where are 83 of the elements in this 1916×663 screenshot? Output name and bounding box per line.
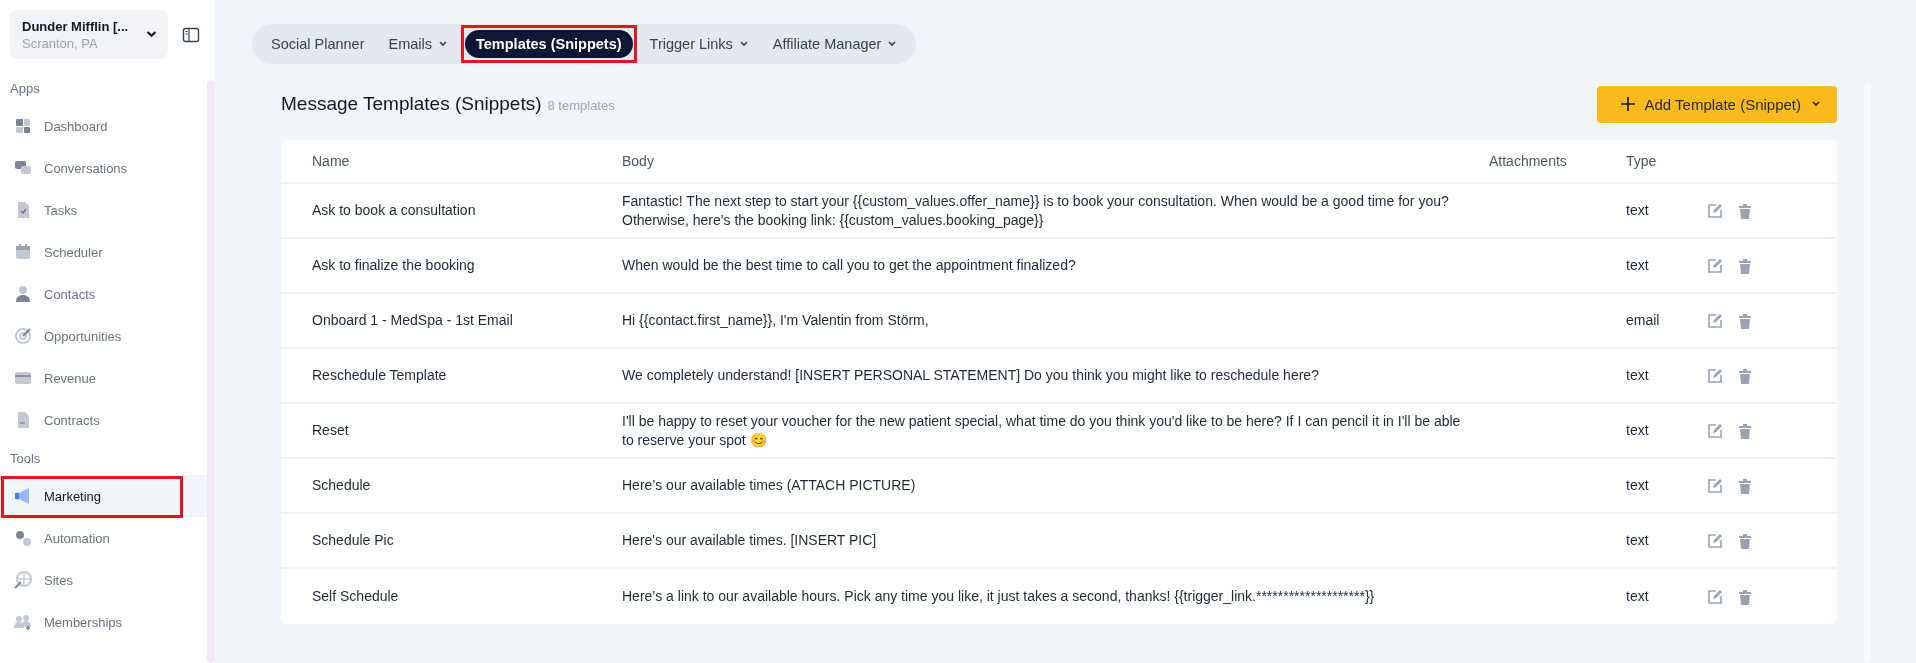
column-header: Type	[1626, 153, 1658, 169]
edit-icon[interactable]	[1707, 532, 1723, 549]
edit-icon[interactable]	[1707, 367, 1723, 384]
edit-icon[interactable]	[1707, 477, 1723, 494]
account-switcher[interactable]: Dunder Mifflin [... Scranton, PA	[10, 10, 168, 59]
tab[interactable]: Affiliate Manager	[761, 30, 909, 58]
template-type: text	[1626, 256, 1650, 275]
template-name: Ask to book a consultation	[312, 201, 477, 220]
template-body: I'll be happy to reset your voucher for the new patient special, what time do you think you'd like to be here? If I can pencil it in I'll be able to reserve your spot 😊	[622, 411, 1462, 450]
template-body: Here’s a link to our available hours. Pick any time you like, it just takes a second, thanks! {{trigger_link.********************}}	[622, 587, 1376, 606]
group-icon	[14, 613, 32, 631]
dashboard-icon	[14, 117, 32, 135]
template-name: Schedule	[312, 476, 372, 495]
sidebar-item[interactable]: Automation	[0, 517, 207, 559]
globe-icon	[14, 571, 32, 589]
sidebar-item[interactable]: Tasks	[0, 189, 207, 231]
sidebar-item[interactable]: Marketing	[0, 475, 207, 517]
tab[interactable]: Social Planner	[260, 30, 376, 58]
template-name: Self Schedule	[312, 587, 400, 606]
template-body: Fantastic! The next step to start your {{custom_values.offer_name}} is to book your consultation. When would be a good time for you? Otherwise, here's the booking link: {{custom_values.booking_page}}	[622, 191, 1450, 230]
template-name: Reset	[312, 421, 350, 440]
chevron-down-icon	[1811, 99, 1821, 109]
edit-icon[interactable]	[1707, 312, 1723, 329]
sidebar-item[interactable]: Dashboard	[0, 105, 207, 147]
column-header: Name	[312, 153, 351, 169]
template-count: 8 templates	[547, 98, 615, 113]
template-name: Ask to finalize the booking	[312, 256, 476, 275]
edit-icon[interactable]	[1707, 422, 1723, 439]
column-header: Attachments	[1489, 153, 1568, 169]
template-name: Schedule Pic	[312, 531, 395, 550]
sidebar-item[interactable]: Contracts	[0, 399, 207, 441]
template-body: We completely understand! [INSERT PERSONAL STATEMENT] Do you think you might like to reschedule here?	[622, 366, 1320, 385]
template-body: Here's our available times. [INSERT PIC]	[622, 531, 878, 550]
add-template-button[interactable]: Add Template (Snippet)	[1596, 85, 1837, 123]
template-type: text	[1626, 201, 1650, 220]
delete-icon[interactable]	[1737, 477, 1753, 494]
chevron-down-icon	[438, 39, 448, 49]
column-header: Body	[622, 153, 655, 169]
template-body: Hi {{contact.first_name}}, I'm Valentin from Störm,	[622, 311, 930, 330]
sidebar-item[interactable]: Contacts	[0, 273, 207, 315]
delete-icon[interactable]	[1737, 367, 1753, 384]
delete-icon[interactable]	[1737, 588, 1753, 605]
sidebar-item[interactable]: Scheduler	[0, 231, 207, 273]
credit-card-icon	[14, 369, 32, 387]
template-type: text	[1626, 587, 1650, 606]
chevron-down-icon	[887, 39, 898, 49]
template-type: text	[1626, 531, 1650, 550]
plus-icon	[1620, 97, 1635, 111]
section-label: Tools	[9, 449, 42, 468]
tab[interactable]: Emails	[377, 30, 459, 58]
sidebar-item[interactable]: Conversations	[0, 147, 207, 189]
template-name: Reschedule Template	[312, 366, 448, 385]
chat-bubbles-icon	[14, 159, 32, 177]
template-name: Onboard 1 - MedSpa - 1st Email	[312, 311, 514, 330]
template-body: When would be the best time to call you to get the appointment finalized?	[622, 256, 1077, 275]
sidebar-item[interactable]: Revenue	[0, 357, 207, 399]
target-icon	[14, 327, 32, 345]
megaphone-icon	[14, 487, 32, 505]
sidebar-item[interactable]: Memberships	[0, 601, 207, 643]
delete-icon[interactable]	[1737, 257, 1753, 274]
template-body: Here’s our available times (ATTACH PICTURE)	[622, 476, 917, 495]
calendar-icon	[14, 243, 32, 261]
page-title: Message Templates (Snippets)	[281, 93, 542, 115]
delete-icon[interactable]	[1737, 312, 1753, 329]
template-type: text	[1626, 476, 1650, 495]
tab[interactable]: Templates (Snippets)	[465, 30, 633, 58]
delete-icon[interactable]	[1737, 202, 1753, 219]
template-type: email	[1626, 311, 1661, 330]
edit-icon[interactable]	[1707, 257, 1723, 274]
edit-icon[interactable]	[1707, 588, 1723, 605]
sidebar-item[interactable]: Opportunities	[0, 315, 207, 357]
button-label: Add Template (Snippet)	[1644, 95, 1801, 113]
delete-icon[interactable]	[1737, 422, 1753, 439]
chevron-down-icon	[738, 39, 749, 49]
tab[interactable]: Trigger Links	[638, 30, 760, 58]
sidebar-item[interactable]: Sites	[0, 559, 207, 601]
edit-icon[interactable]	[1707, 202, 1723, 219]
delete-icon[interactable]	[1737, 532, 1753, 549]
section-label: Apps	[9, 79, 41, 98]
person-icon	[14, 285, 32, 303]
template-type: text	[1626, 421, 1650, 440]
sidebar-toggle-icon[interactable]	[182, 25, 200, 44]
template-type: text	[1626, 366, 1650, 385]
